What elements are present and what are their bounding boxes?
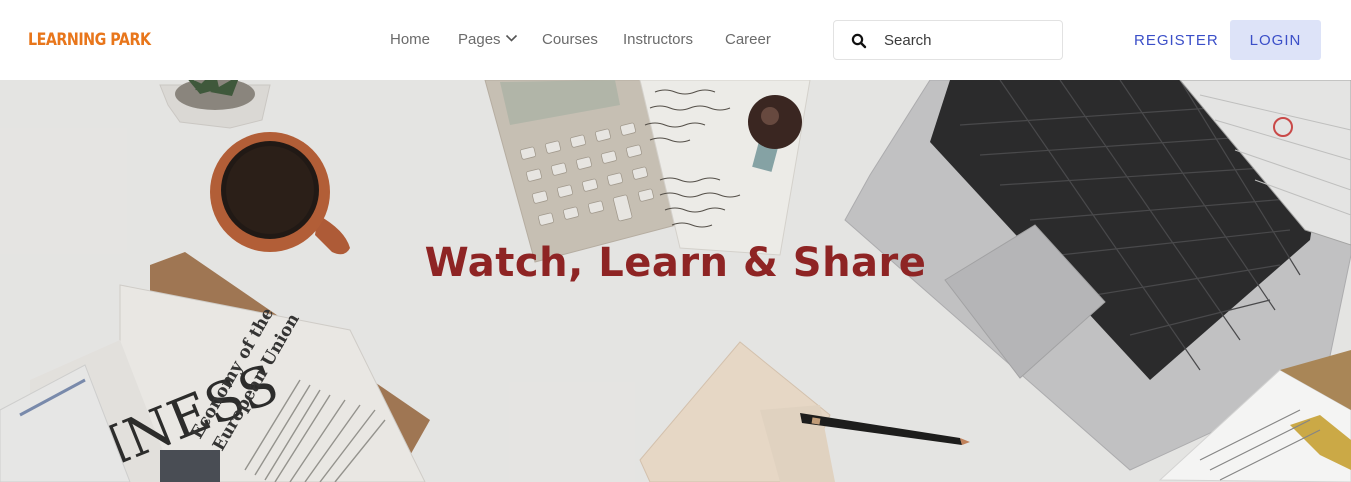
nav-item-career[interactable]: Career bbox=[725, 31, 771, 48]
hero-banner: SINESS Economy of the European Union Wat… bbox=[0, 80, 1351, 482]
register-link[interactable]: REGISTER bbox=[1134, 32, 1219, 49]
nav-item-courses[interactable]: Courses bbox=[542, 31, 598, 48]
search-icon[interactable] bbox=[851, 33, 867, 49]
search-input[interactable] bbox=[884, 29, 1054, 51]
brand-logo[interactable]: LEARNING PARK bbox=[28, 30, 151, 50]
top-navbar: LEARNING PARK Home Pages Courses Instruc… bbox=[0, 0, 1351, 80]
chevron-down-icon bbox=[505, 34, 517, 42]
hero-title: Watch, Learn & Share bbox=[424, 240, 927, 286]
login-button[interactable]: LOGIN bbox=[1230, 20, 1321, 60]
nav-item-pages-label: Pages bbox=[458, 31, 501, 48]
nav-item-pages[interactable]: Pages bbox=[458, 31, 518, 48]
nav-item-home[interactable]: Home bbox=[390, 31, 430, 48]
nav-item-instructors[interactable]: Instructors bbox=[623, 31, 693, 48]
search-box[interactable] bbox=[833, 20, 1063, 60]
